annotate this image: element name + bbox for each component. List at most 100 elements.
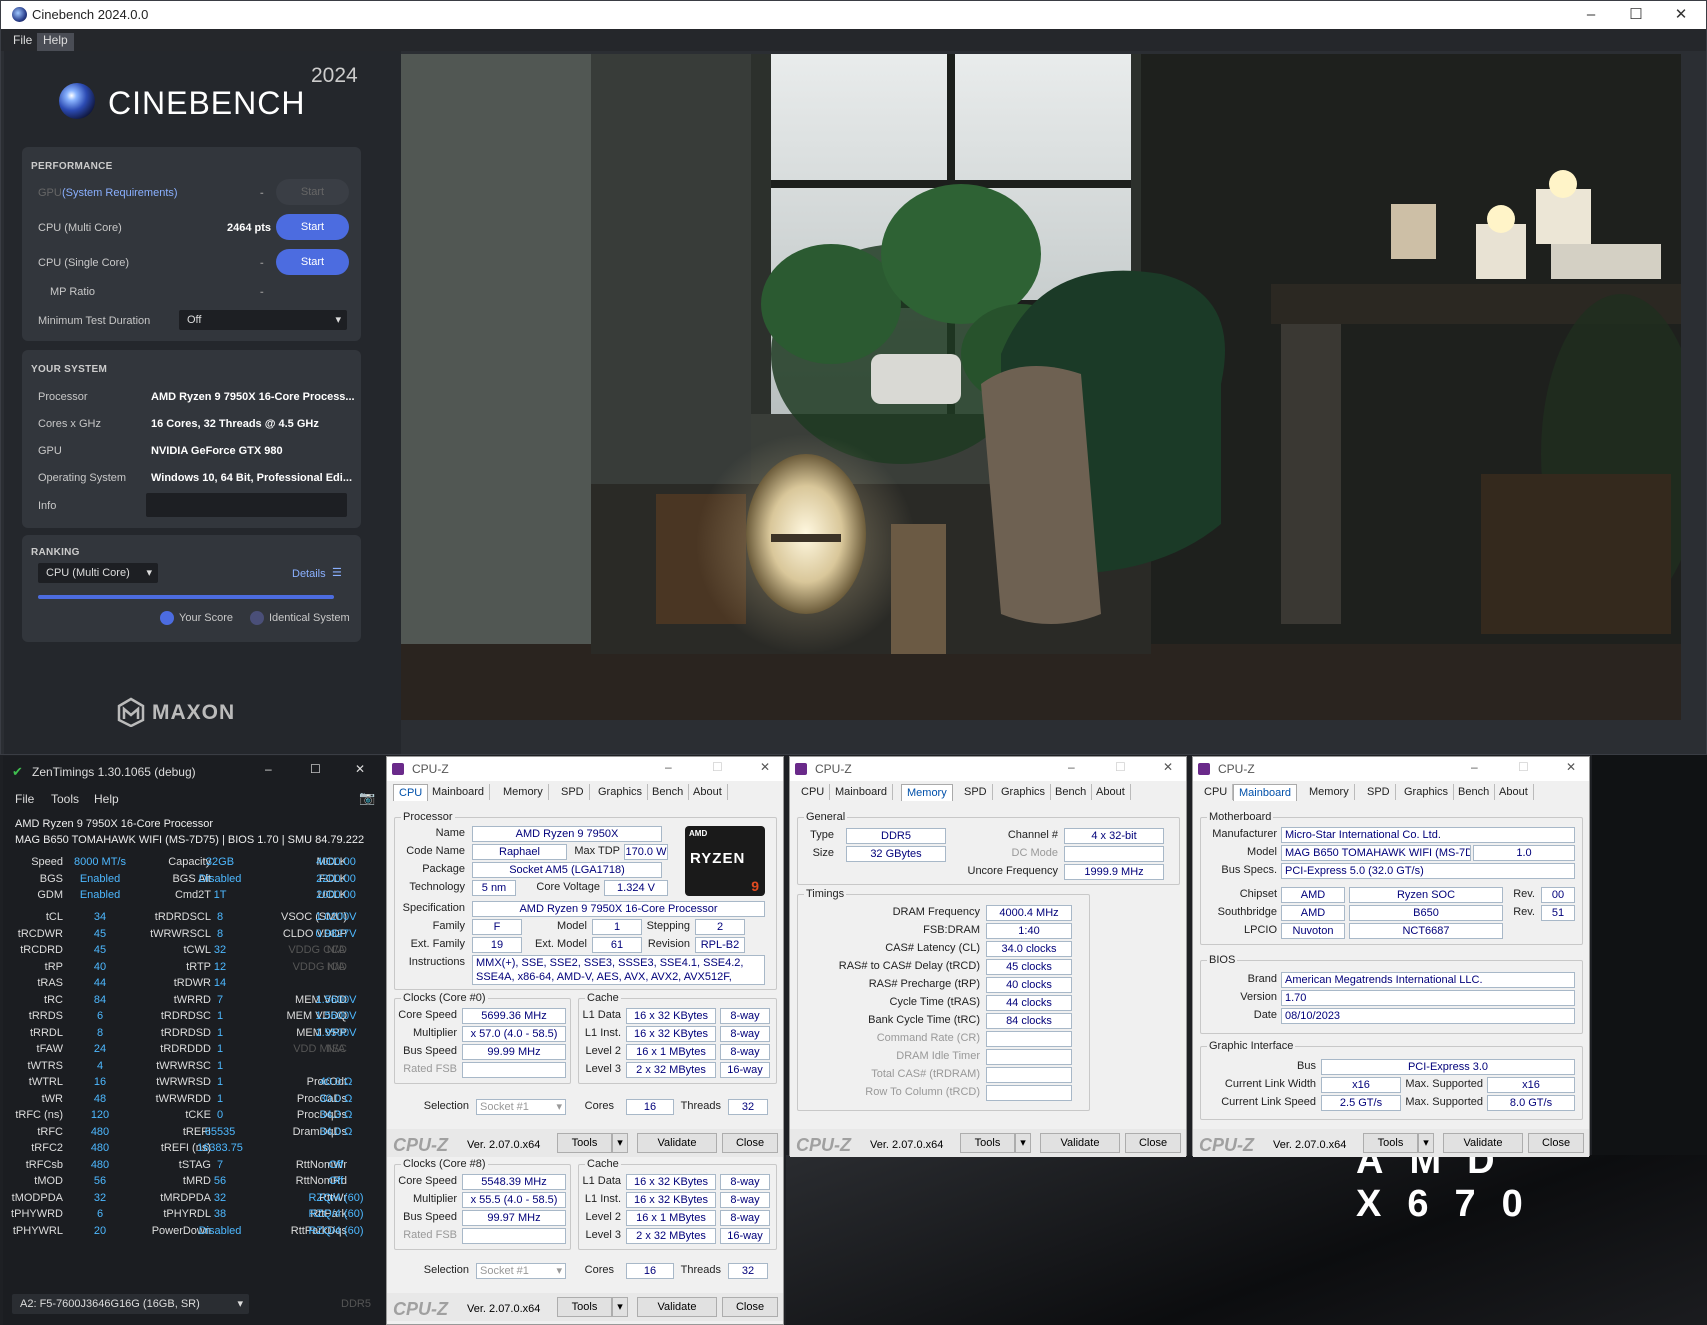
dimm-select[interactable]: A2: F5-7600J3646G16G (16GB, SR) ▾ xyxy=(12,1294,249,1314)
motherboard-title: Motherboard xyxy=(1207,811,1274,823)
threads-label: Threads xyxy=(680,1264,721,1276)
timing-label: Command Rate (CR) xyxy=(876,1032,980,1044)
zen-timing-value: 45 xyxy=(93,944,107,956)
details-link[interactable]: Details xyxy=(292,568,326,580)
tab-mainboard[interactable]: Mainboard xyxy=(427,784,490,800)
min-duration-dropdown[interactable]: Off ▾ xyxy=(179,310,347,330)
tab-bench[interactable]: Bench xyxy=(1453,784,1496,800)
minimize-icon[interactable]: – xyxy=(1581,5,1601,25)
tab-about[interactable]: About xyxy=(1091,784,1131,800)
menu-help[interactable]: Help xyxy=(94,792,119,806)
general-group: General Type DDR5 Size 32 GBytes Channel… xyxy=(797,811,1180,885)
cpu-single-score: - xyxy=(260,257,264,269)
socket-select[interactable]: Socket #1 ▾ xyxy=(476,1263,566,1279)
selection-label: Selection xyxy=(423,1100,469,1112)
zen-timing-label: tRC xyxy=(44,993,63,1006)
l3-label: Level 3 xyxy=(585,1063,621,1075)
menu-tools[interactable]: Tools xyxy=(51,792,79,806)
zen-timing-value: 84 xyxy=(93,993,107,1006)
tab-spd[interactable]: SPD xyxy=(1362,784,1396,800)
core-voltage-value: 1.324 V xyxy=(604,880,668,896)
zen-timing-value: 8 xyxy=(216,927,224,940)
uncore-label: Uncore Frequency xyxy=(967,865,1059,877)
ranking-dropdown[interactable]: CPU (Multi Core) ▾ xyxy=(38,563,158,583)
screenshot-icon[interactable]: 📷 xyxy=(359,790,375,806)
close-icon[interactable]: ✕ xyxy=(1566,760,1576,774)
tab-about[interactable]: About xyxy=(1494,784,1534,800)
revision-value: RPL-B2 xyxy=(695,937,745,953)
maximize-icon[interactable]: ☐ xyxy=(1626,5,1646,25)
zen-timing-label: tRCDWR xyxy=(17,927,63,940)
validate-button[interactable]: Validate xyxy=(637,1133,717,1153)
tab-graphics[interactable]: Graphics xyxy=(593,784,649,800)
menu-help[interactable]: Help xyxy=(37,33,74,51)
clocks-core0-group: Clocks (Core #0) Core Speed 5699.36 MHz … xyxy=(394,992,571,1084)
socket-select[interactable]: Socket #1 ▾ xyxy=(476,1099,566,1115)
tab-about[interactable]: About xyxy=(688,784,728,800)
close-button[interactable]: Close xyxy=(722,1133,778,1153)
close-button[interactable]: Close xyxy=(1125,1133,1181,1153)
tools-button[interactable]: Tools xyxy=(557,1297,612,1317)
close-button[interactable]: Close xyxy=(1528,1133,1584,1153)
tools-dropdown-icon[interactable]: ▾ xyxy=(1418,1133,1434,1153)
menu-file[interactable]: File xyxy=(15,792,34,806)
stepping-value: 2 xyxy=(695,919,745,935)
zen-timing-value: Disabled xyxy=(198,1224,242,1237)
maximize-icon[interactable]: ☐ xyxy=(310,762,321,776)
menu-file[interactable]: File xyxy=(7,33,38,51)
cache-title: Cache xyxy=(585,1158,621,1170)
processor-value: AMD Ryzen 9 7950X 16-Core Process... xyxy=(151,391,355,403)
tab-cpu[interactable]: CPU xyxy=(1199,784,1234,800)
info-label: Info xyxy=(38,500,57,512)
processor-group-title: Processor xyxy=(401,811,455,823)
tab-memory[interactable]: Memory xyxy=(1304,784,1355,800)
specification-value: AMD Ryzen 9 7950X 16-Core Processor xyxy=(472,901,765,917)
tab-bench[interactable]: Bench xyxy=(1050,784,1093,800)
timing-value: 4000.4 MHz xyxy=(986,905,1072,921)
minimize-icon[interactable]: – xyxy=(665,760,672,774)
gpu-start-button[interactable]: Start xyxy=(276,179,349,205)
tab-cpu[interactable]: CPU xyxy=(796,784,831,800)
tools-button[interactable]: Tools xyxy=(557,1133,612,1153)
gi-bus-label: Bus xyxy=(1297,1060,1316,1072)
minimize-icon[interactable]: – xyxy=(1068,760,1075,774)
cpu-single-start-button[interactable]: Start xyxy=(276,249,349,275)
tab-graphics[interactable]: Graphics xyxy=(1399,784,1455,800)
tools-button[interactable]: Tools xyxy=(960,1133,1015,1153)
filter-icon[interactable]: ☰ xyxy=(332,566,342,579)
tab-memory[interactable]: Memory xyxy=(498,784,549,800)
validate-button[interactable]: Validate xyxy=(1040,1133,1120,1153)
mb-model-rev: 1.0 xyxy=(1473,845,1575,861)
tab-mainboard[interactable]: Mainboard xyxy=(1233,784,1297,801)
zen-timing-value: 32 xyxy=(213,1191,227,1204)
tab-cpu[interactable]: CPU xyxy=(393,784,429,801)
system-requirements-link[interactable]: (System Requirements) xyxy=(62,187,178,199)
tools-dropdown-icon[interactable]: ▾ xyxy=(1015,1133,1031,1153)
close-icon[interactable]: ✕ xyxy=(355,762,365,776)
close-icon[interactable]: ✕ xyxy=(1163,760,1173,774)
close-button[interactable]: Close xyxy=(722,1297,778,1317)
close-icon[interactable]: ✕ xyxy=(760,760,770,774)
tab-bench[interactable]: Bench xyxy=(647,784,690,800)
validate-button[interactable]: Validate xyxy=(637,1297,717,1317)
minimize-icon[interactable]: – xyxy=(1471,760,1478,774)
tab-mainboard[interactable]: Mainboard xyxy=(830,784,893,800)
zen-timing-value: 34.3 Ω xyxy=(319,1109,353,1121)
tools-dropdown-icon[interactable]: ▾ xyxy=(612,1297,628,1317)
tab-spd[interactable]: SPD xyxy=(556,784,590,800)
info-input[interactable] xyxy=(146,493,347,517)
minimize-icon[interactable]: – xyxy=(265,762,272,776)
tab-graphics[interactable]: Graphics xyxy=(996,784,1052,800)
gpu-score: - xyxy=(260,187,264,199)
tab-memory[interactable]: Memory xyxy=(901,784,953,801)
validate-button[interactable]: Validate xyxy=(1443,1133,1523,1153)
tools-button[interactable]: Tools xyxy=(1363,1133,1418,1153)
southbridge-rev-value: 51 xyxy=(1541,905,1575,921)
timing-value xyxy=(986,1085,1072,1101)
tools-dropdown-icon[interactable]: ▾ xyxy=(612,1133,628,1153)
zen-timing-value: 65535 xyxy=(204,1125,236,1138)
close-icon[interactable]: ✕ xyxy=(1671,5,1691,25)
zentimings-app-icon: ✔ xyxy=(12,764,23,779)
cpu-multi-start-button[interactable]: Start xyxy=(276,214,349,240)
tab-spd[interactable]: SPD xyxy=(959,784,993,800)
